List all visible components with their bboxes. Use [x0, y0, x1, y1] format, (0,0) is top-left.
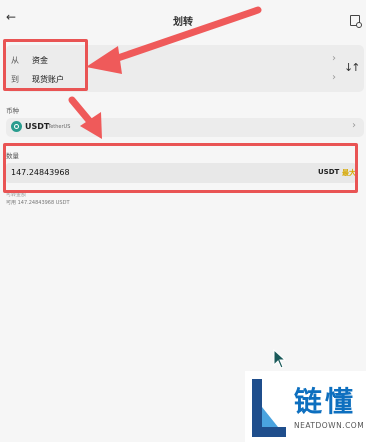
watermark-logo: [252, 379, 286, 437]
cursor-icon: [273, 349, 287, 369]
watermark-title: 链懂: [294, 385, 357, 418]
arrow-to-accounts: [86, 6, 262, 74]
arrow-to-amount: [68, 96, 102, 139]
watermark-subtitle: NEATDOWN.COM: [294, 421, 365, 430]
